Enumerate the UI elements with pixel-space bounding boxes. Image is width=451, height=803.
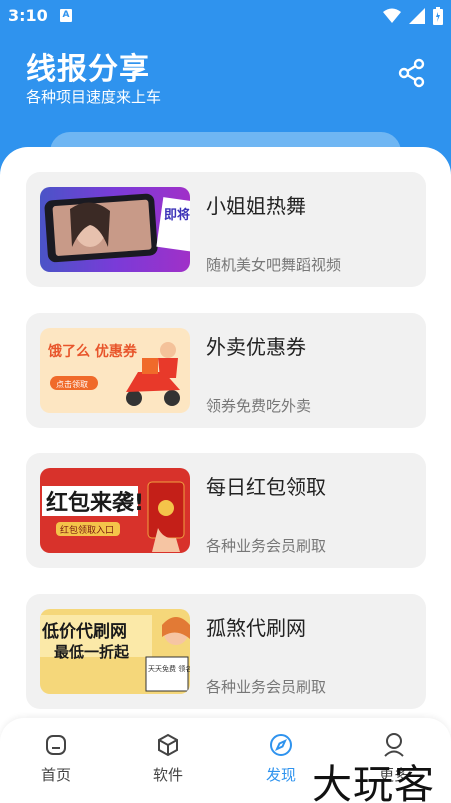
thumb-text-2: 最低一折起	[54, 643, 130, 661]
cube-icon	[158, 733, 178, 757]
thumb-small: 点击领取	[56, 379, 88, 389]
status-bar: 3:10 A	[0, 0, 451, 32]
card-desc: 随机美女吧舞蹈视频	[206, 256, 342, 274]
thumb-text: 低价代刷网	[41, 621, 127, 642]
thumb-small: 红包领取入口	[60, 524, 114, 536]
signal-icon	[409, 8, 425, 24]
thumbnail-redpacket: 红包来袭! 红包领取入口	[40, 468, 190, 553]
share-icon	[398, 58, 425, 88]
card-title: 外卖优惠券	[206, 335, 306, 359]
status-icons	[383, 6, 443, 26]
card-desc: 领券免费吃外卖	[206, 397, 312, 415]
status-time: 3:10	[8, 6, 48, 25]
card-title: 小姐姐热舞	[206, 194, 306, 218]
card-title: 每日红包领取	[206, 475, 326, 499]
nav-software[interactable]: 软件	[138, 732, 198, 785]
notification-a-icon: A	[60, 9, 72, 22]
card-daishua[interactable]: 低价代刷网 最低一折起 天天免费 领名片赞 孤煞代刷网 各种业务会员刷取	[26, 594, 426, 709]
thumbnail-daishua: 低价代刷网 最低一折起 天天免费 领名片赞	[40, 609, 190, 694]
thumb-small: 天天免费 领名片赞	[148, 664, 190, 673]
wifi-icon	[383, 8, 401, 23]
home-icon	[46, 735, 66, 755]
page-subtitle: 各种项目速度来上车	[26, 88, 162, 106]
card-redpacket[interactable]: 红包来袭! 红包领取入口 每日红包领取 各种业务会员刷取	[26, 453, 426, 568]
nav-software-label: 软件	[152, 766, 183, 784]
promo-banner-image: 低价代刷网 最低一折起 天天免费 领名片赞	[40, 615, 190, 692]
card-takeout[interactable]: 饿了么 优惠券 点击领取 外卖优惠券 领券免费吃外卖	[26, 313, 426, 428]
nav-discover-label: 发现	[265, 766, 296, 784]
phone-video-image: 即将播放	[44, 193, 190, 263]
thumb-text: 红包来袭!	[46, 490, 144, 516]
thumbnail-takeout: 饿了么 优惠券 点击领取	[40, 328, 190, 413]
share-button[interactable]	[397, 58, 427, 88]
card-dance[interactable]: 即将播放 小姐姐热舞 随机美女吧舞蹈视频	[26, 172, 426, 287]
thumbnail-dance: 即将播放	[40, 187, 190, 272]
thumb-text: 饿了么 优惠券	[47, 343, 138, 360]
watermark-logo: 大玩客	[312, 762, 435, 803]
compass-icon	[270, 734, 292, 756]
nav-home-label: 首页	[40, 766, 71, 784]
nav-home[interactable]: 首页	[26, 732, 86, 785]
card-desc: 各种业务会员刷取	[206, 537, 327, 555]
battery-icon	[433, 7, 443, 25]
card-title: 孤煞代刷网	[206, 616, 306, 640]
delivery-scooter-image: 饿了么 优惠券 点击领取	[47, 342, 180, 406]
page-title: 线报分享	[26, 52, 150, 87]
nav-discover[interactable]: 发现	[251, 732, 311, 785]
card-desc: 各种业务会员刷取	[206, 678, 327, 696]
red-envelope-image: 红包来袭! 红包领取入口	[42, 481, 185, 552]
thumb-text: 即将播放	[164, 207, 190, 223]
